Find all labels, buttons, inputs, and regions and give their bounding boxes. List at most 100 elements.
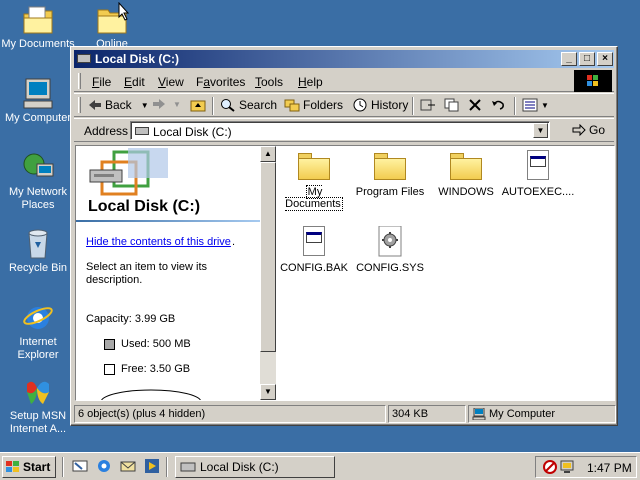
- back-dropdown-icon[interactable]: ▼: [141, 101, 149, 110]
- menu-help[interactable]: Help: [298, 75, 323, 89]
- free-text: Free: 3.50 GB: [121, 363, 191, 375]
- address-input[interactable]: Local Disk (C:) ▼: [130, 121, 550, 140]
- file-item-program-files[interactable]: Program Files: [352, 150, 428, 198]
- my-documents-icon: [21, 4, 55, 36]
- desktop-icon-label: Recycle Bin: [8, 262, 68, 274]
- window-title: Local Disk (C:): [95, 52, 180, 66]
- menu-view[interactable]: View: [158, 75, 184, 89]
- views-button[interactable]: ▼: [522, 98, 549, 112]
- delete-button[interactable]: [468, 98, 482, 112]
- windows-flag-icon: [6, 461, 19, 472]
- desktop-icon-label: My Network Places: [8, 186, 68, 211]
- back-button[interactable]: Back ▼: [88, 98, 149, 112]
- status-zone: My Computer: [468, 405, 616, 423]
- file-item-my-documents[interactable]: My Documents: [276, 150, 352, 211]
- views-icon: [522, 98, 538, 112]
- desktop-icon-msn[interactable]: Setup MSN Internet A...: [0, 376, 76, 436]
- move-to-icon: [420, 99, 435, 111]
- pane-scrollbar[interactable]: ▲ ▼: [260, 146, 276, 400]
- clock[interactable]: 1:47 PM: [587, 461, 632, 475]
- file-list: My Documents Program Files WINDOWS AUTOE…: [276, 146, 614, 400]
- file-label: My Documents: [285, 185, 343, 211]
- history-icon: [353, 98, 367, 112]
- undo-button[interactable]: [490, 98, 506, 112]
- go-button[interactable]: Go: [572, 123, 605, 137]
- file-label: Program Files: [355, 186, 425, 198]
- menu-edit[interactable]: Edit: [124, 75, 145, 89]
- title-bar[interactable]: Local Disk (C:) _ □ ×: [74, 50, 614, 68]
- desktop-icon-online[interactable]: Online: [74, 4, 150, 51]
- desktop-icon-label: Setup MSN Internet A...: [9, 410, 67, 435]
- status-zone-label: My Computer: [489, 408, 556, 420]
- hide-contents-link-text[interactable]: Hide the contents of this drive: [86, 236, 231, 248]
- desktop-icon-label: Internet Explorer: [17, 336, 59, 361]
- address-value: Local Disk (C:): [153, 125, 232, 139]
- copy-to-button[interactable]: [444, 98, 460, 112]
- folders-button[interactable]: Folders: [284, 98, 343, 112]
- taskbar-separator: [166, 457, 168, 477]
- views-dropdown-icon[interactable]: ▼: [541, 101, 549, 110]
- file-item-config-bak[interactable]: CONFIG.BAK: [276, 226, 352, 274]
- desktop-icon-internet-explorer[interactable]: Internet Explorer: [0, 302, 76, 362]
- network-status-icon[interactable]: [542, 459, 558, 475]
- forward-dropdown-icon[interactable]: ▼: [173, 100, 181, 109]
- menu-tools[interactable]: Tools: [255, 75, 283, 89]
- quicklaunch-ie-icon[interactable]: [96, 458, 112, 474]
- file-item-windows[interactable]: WINDOWS: [428, 150, 504, 198]
- start-button[interactable]: Start: [2, 456, 56, 478]
- address-label: Address: [84, 124, 129, 138]
- hide-contents-link[interactable]: Hide the contents of this drive: [86, 236, 231, 248]
- quicklaunch-desktop-icon[interactable]: [72, 458, 88, 474]
- folders-icon: [284, 99, 300, 112]
- search-button[interactable]: Search: [220, 98, 277, 112]
- forward-arrow-icon: [153, 99, 165, 109]
- minimize-button[interactable]: _: [561, 52, 577, 66]
- drive-icon: [135, 127, 149, 135]
- address-bar: Address Local Disk (C:) ▼ Go: [74, 118, 614, 142]
- search-label: Search: [239, 98, 278, 112]
- link-period: .: [232, 236, 236, 248]
- drive-banner-icon: [89, 148, 168, 196]
- scroll-down-button[interactable]: ▼: [260, 384, 276, 400]
- file-item-autoexec[interactable]: AUTOEXEC....: [500, 150, 576, 198]
- used-space: Used: 500 MB: [104, 338, 191, 350]
- forward-button[interactable]: ▼: [152, 98, 181, 110]
- used-text: Used: 500 MB: [121, 338, 191, 350]
- maximize-button[interactable]: □: [579, 52, 595, 66]
- desktop-icon-recycle-bin[interactable]: Recycle Bin: [0, 228, 76, 275]
- free-swatch: [104, 363, 115, 375]
- taskbar: Start Local Disk (C:) 1:47 PM: [0, 452, 640, 480]
- close-button[interactable]: ×: [597, 52, 613, 66]
- menu-file[interactable]: File: [92, 75, 111, 89]
- used-swatch: [104, 338, 115, 350]
- scroll-up-button[interactable]: ▲: [260, 146, 276, 162]
- standard-toolbar: Back ▼ ▼ Search Folders History ▼: [74, 93, 614, 117]
- desktop-icon-my-computer[interactable]: My Computer: [0, 78, 76, 125]
- quicklaunch-outlook-icon[interactable]: [120, 458, 136, 474]
- menu-favorites[interactable]: Favorites: [196, 75, 245, 89]
- computer-icon: [21, 78, 55, 110]
- monitor-tray-icon[interactable]: [560, 459, 576, 475]
- msn-icon: [21, 376, 55, 408]
- history-button[interactable]: History: [352, 98, 408, 112]
- document-icon: [521, 150, 555, 182]
- explorer-window: Local Disk (C:) _ □ × File Edit View Fav…: [70, 46, 618, 426]
- recycle-bin-icon: [21, 228, 55, 260]
- file-item-config-sys[interactable]: CONFIG.SYS: [352, 225, 428, 274]
- quicklaunch-media-player-icon[interactable]: [144, 458, 160, 474]
- web-view-pane: Local Disk (C:) Hide the contents of thi…: [76, 146, 260, 400]
- copy-to-icon: [444, 98, 459, 112]
- start-label: Start: [23, 460, 51, 474]
- desktop-icon-network[interactable]: My Network Places: [0, 152, 76, 212]
- desktop-icon-my-documents[interactable]: My Documents: [0, 4, 76, 51]
- move-to-button[interactable]: [420, 98, 436, 112]
- scroll-thumb[interactable]: [260, 162, 276, 352]
- system-file-icon: [373, 225, 407, 258]
- undo-icon: [492, 100, 504, 110]
- pane-description: Select an item to view its description.: [86, 261, 208, 286]
- status-size: 304 KB: [388, 405, 466, 423]
- up-folder-button[interactable]: [190, 98, 206, 112]
- taskbar-window-button[interactable]: Local Disk (C:): [175, 456, 335, 478]
- address-dropdown-button[interactable]: ▼: [533, 123, 548, 138]
- history-label: History: [371, 98, 409, 112]
